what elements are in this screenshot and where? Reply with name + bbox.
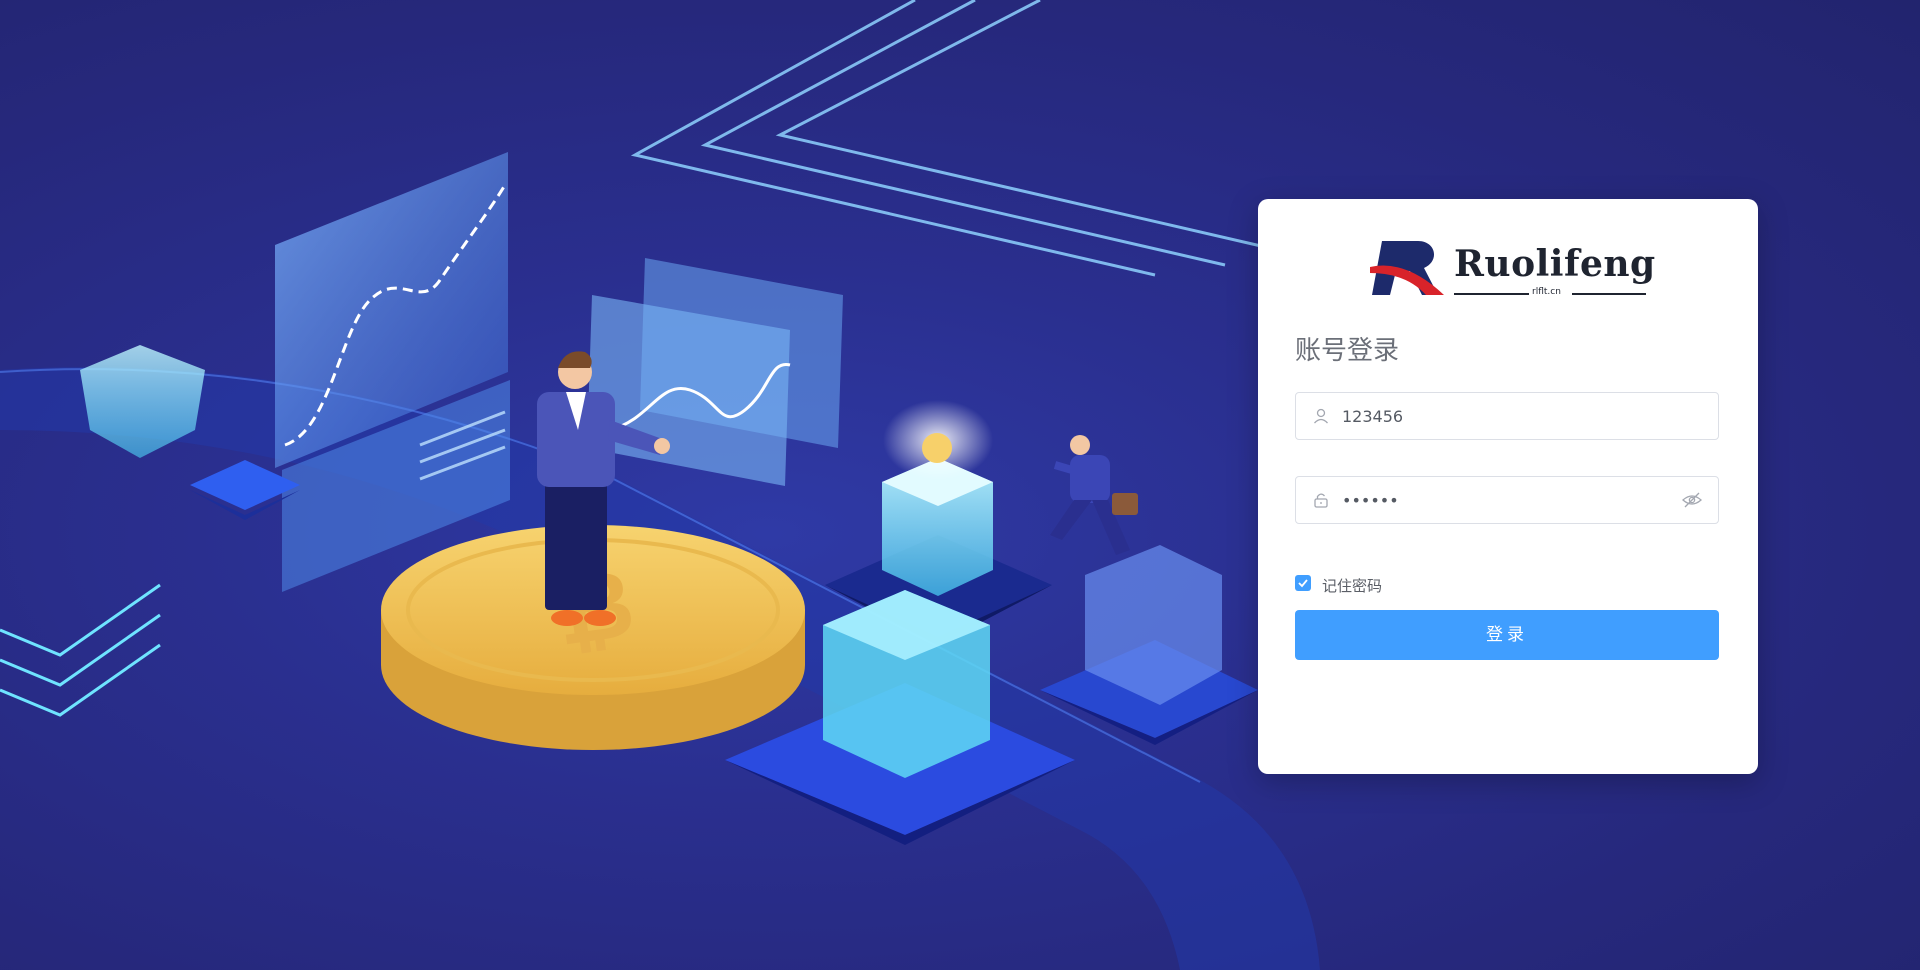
- logo-divider: [1454, 293, 1529, 295]
- neon-lines: [630, 0, 1301, 277]
- runner-figure: [1050, 435, 1138, 555]
- username-field[interactable]: 123456: [1295, 392, 1719, 440]
- login-button[interactable]: 登录: [1295, 610, 1719, 660]
- remember-checkbox[interactable]: [1295, 575, 1311, 591]
- login-page: ₿: [0, 0, 1920, 970]
- gold-coin-small: [922, 433, 952, 463]
- brand-logo: Ruolifeng rlflt.cn: [1366, 237, 1655, 307]
- remember-label: 记住密码: [1322, 577, 1383, 595]
- logo-divider: [1572, 293, 1646, 295]
- username-value: 123456: [1342, 407, 1404, 426]
- eye-hidden-icon[interactable]: [1682, 491, 1702, 509]
- lock-icon: [1314, 493, 1328, 508]
- brand-domain: rlflt.cn: [1532, 287, 1561, 297]
- brand-name: Ruolifeng: [1454, 243, 1656, 285]
- checkmark-icon: [1298, 579, 1308, 588]
- user-icon: [1314, 408, 1328, 424]
- login-card: Ruolifeng rlflt.cn 账号登录 123456 •••••• 记住…: [1258, 199, 1758, 774]
- password-field[interactable]: ••••••: [1295, 476, 1719, 524]
- login-title: 账号登录: [1295, 336, 1400, 366]
- neon-chevrons-left: [0, 583, 161, 717]
- logo-mark-icon: [1370, 241, 1444, 295]
- password-value: ••••••: [1342, 491, 1399, 510]
